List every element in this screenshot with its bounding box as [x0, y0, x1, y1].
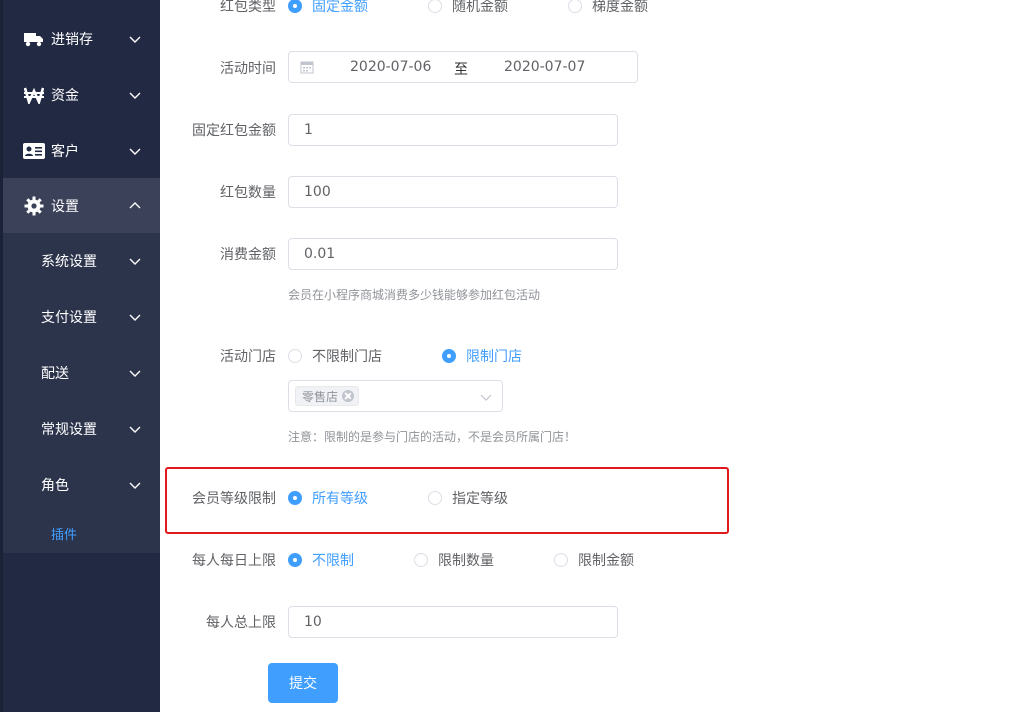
chevron-down-icon	[129, 92, 141, 99]
chevron-down-icon	[129, 370, 141, 377]
sidebar-item-label: 设置	[51, 199, 79, 215]
radio-dot	[554, 553, 568, 567]
radio-label: 不限制门店	[312, 349, 382, 365]
store-tag-label: 零售店	[302, 389, 339, 404]
radio-label: 不限制	[312, 553, 354, 569]
radio-dot	[428, 491, 442, 505]
radio-dot	[568, 0, 582, 13]
total-limit-input[interactable]: 10	[288, 606, 618, 638]
radio-label: 所有等级	[312, 491, 368, 507]
input-value: 100	[304, 184, 331, 200]
radio-specific-levels[interactable]: 指定等级	[428, 488, 508, 508]
submenu-item-label: 系统设置	[41, 254, 97, 270]
radio-label: 限制门店	[466, 349, 522, 365]
chevron-down-icon	[129, 148, 141, 155]
chevron-down-icon	[129, 482, 141, 489]
sidebar-item-inventory[interactable]: 进销存	[0, 11, 160, 67]
radio-daily-limit-amount[interactable]: 限制金额	[554, 550, 634, 570]
sidebar-edge	[0, 0, 3, 712]
radio-limited-stores[interactable]: 限制门店	[442, 346, 522, 366]
radio-daily-limit-count[interactable]: 限制数量	[414, 550, 494, 570]
stores-hint: 注意：限制的是参与门店的活动，不是会员所属门店！	[288, 430, 577, 444]
radio-label: 随机金额	[452, 0, 508, 15]
chevron-down-icon	[129, 36, 141, 43]
radio-label: 固定金额	[312, 0, 368, 15]
start-date-input[interactable]: 2020-07-06	[350, 59, 431, 75]
radio-gradient-amount[interactable]: 梯度金额	[568, 0, 648, 16]
radio-dot	[428, 0, 442, 13]
radio-all-levels[interactable]: 所有等级	[288, 488, 368, 508]
settings-submenu: 系统设置 支付设置 配送 常规设置 角色	[0, 233, 160, 553]
chevron-down-icon	[480, 394, 492, 401]
radio-dot	[414, 553, 428, 567]
radio-random-amount[interactable]: 随机金额	[428, 0, 508, 16]
input-value: 1	[304, 122, 313, 138]
spend-amount-input[interactable]: 0.01	[288, 238, 618, 270]
tag-close-icon[interactable]	[342, 390, 355, 402]
submit-button[interactable]: 提交	[268, 663, 338, 703]
gear-icon	[23, 195, 45, 217]
member-level-label: 会员等级限制	[192, 491, 276, 507]
fixed-amount-label: 固定红包金额	[192, 123, 276, 139]
radio-label: 指定等级	[452, 491, 508, 507]
submenu-item-system-settings[interactable]: 系统设置	[0, 233, 160, 289]
id-card-icon	[23, 140, 45, 162]
chevron-down-icon	[129, 314, 141, 321]
store-tag: 零售店	[295, 386, 360, 406]
submenu-item-label: 支付设置	[41, 310, 97, 326]
chevron-up-icon	[129, 202, 141, 209]
chevron-down-icon	[129, 426, 141, 433]
submenu-item-label: 角色	[41, 478, 69, 494]
spend-amount-hint: 会员在小程序商城消费多少钱能够参加红包活动	[288, 288, 541, 302]
sidebar-item-label: 资金	[51, 88, 79, 104]
radio-dot	[442, 349, 456, 363]
packet-type-label: 红包类型	[220, 0, 276, 15]
activity-date-range-picker[interactable]: 2020-07-06 至 2020-07-07	[288, 51, 638, 83]
won-currency-icon	[23, 84, 45, 106]
stores-label: 活动门店	[220, 349, 276, 365]
packet-count-label: 红包数量	[220, 185, 276, 201]
date-separator: 至	[454, 62, 468, 78]
submenu-item-delivery[interactable]: 配送	[0, 345, 160, 401]
sidebar-item-label: 客户	[51, 144, 79, 160]
fixed-amount-input[interactable]: 1	[288, 114, 618, 146]
radio-fixed-amount[interactable]: 固定金额	[288, 0, 368, 16]
chevron-down-icon	[129, 258, 141, 265]
spend-amount-label: 消费金额	[220, 247, 276, 263]
submenu-item-label: 配送	[41, 366, 69, 382]
submenu-item-plugins[interactable]: 插件	[51, 524, 77, 543]
radio-label: 梯度金额	[592, 0, 648, 15]
sidebar: 进销存 资金 客户 设置 系统设置 支付设置 配送 常规设置 角色 插件	[0, 0, 160, 712]
sidebar-item-funds[interactable]: 资金	[0, 67, 160, 123]
app-root: 进销存 资金 客户 设置 系统设置 支付设置 配送 常规设置 角色 插件 红包类…	[0, 0, 1019, 712]
sidebar-item-customers[interactable]: 客户	[0, 123, 160, 179]
radio-daily-unlimited[interactable]: 不限制	[288, 550, 354, 570]
truck-icon	[23, 28, 45, 50]
submenu-item-label: 常规设置	[41, 422, 97, 438]
store-multi-select[interactable]: 零售店	[288, 380, 503, 412]
radio-dot	[288, 553, 302, 567]
end-date-input[interactable]: 2020-07-07	[504, 59, 585, 75]
sidebar-item-label: 进销存	[51, 32, 93, 48]
radio-dot	[288, 491, 302, 505]
daily-limit-label: 每人每日上限	[192, 553, 276, 569]
submenu-item-payment-settings[interactable]: 支付设置	[0, 289, 160, 345]
submenu-item-roles[interactable]: 角色	[0, 457, 160, 513]
activity-time-label: 活动时间	[220, 61, 276, 77]
radio-dot	[288, 349, 302, 363]
input-value: 10	[304, 614, 322, 630]
radio-unlimited-stores[interactable]: 不限制门店	[288, 346, 382, 366]
submenu-item-general-settings[interactable]: 常规设置	[0, 401, 160, 457]
calendar-icon	[300, 61, 314, 74]
total-limit-label: 每人总上限	[206, 615, 276, 631]
radio-dot	[288, 0, 302, 13]
radio-label: 限制金额	[578, 553, 634, 569]
sidebar-item-settings[interactable]: 设置	[0, 178, 160, 234]
packet-count-input[interactable]: 100	[288, 176, 618, 208]
radio-label: 限制数量	[438, 553, 494, 569]
input-value: 0.01	[304, 246, 336, 262]
